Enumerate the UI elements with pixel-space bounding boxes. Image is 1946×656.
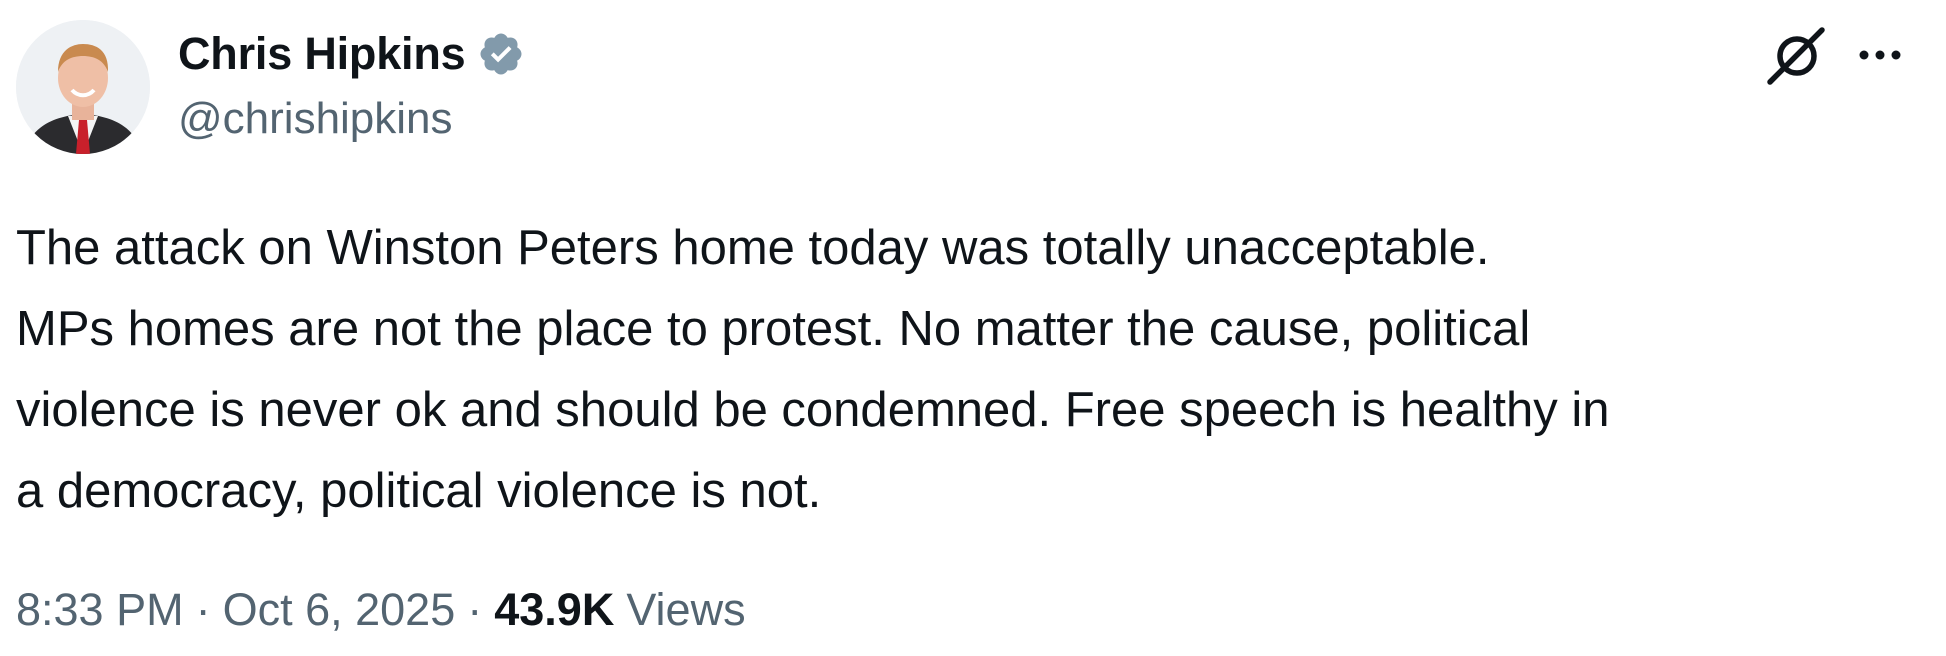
tweet-meta: 8:33 PM · Oct 6, 2025 · 43.9K Views: [16, 580, 746, 640]
tweet-text: The attack on Winston Peters home today …: [16, 208, 1916, 532]
tweet-text-line: MPs homes are not the place to protest. …: [16, 302, 1531, 356]
meta-separator: ·: [195, 584, 211, 635]
views-count: 43.9K: [494, 584, 615, 635]
tweet-card: Chris Hipkins @chrishipkins The attack o…: [0, 0, 1946, 656]
verified-badge-icon: [477, 30, 525, 78]
avatar[interactable]: [16, 20, 150, 154]
tweet-text-line: a democracy, political violence is not.: [16, 464, 822, 518]
tweet-date[interactable]: Oct 6, 2025: [223, 584, 456, 636]
views-label: Views: [626, 584, 746, 635]
avatar-photo: [16, 20, 150, 154]
author-handle[interactable]: @chrishipkins: [178, 94, 453, 144]
author-row: Chris Hipkins: [178, 24, 525, 84]
tweet-time[interactable]: 8:33 PM: [16, 584, 184, 636]
grok-slash-circle-icon[interactable]: [1764, 24, 1828, 88]
more-dots-icon[interactable]: [1850, 30, 1910, 80]
tweet-text-line: The attack on Winston Peters home today …: [16, 221, 1490, 275]
tweet-text-line: violence is never ok and should be conde…: [16, 383, 1610, 437]
author-name[interactable]: Chris Hipkins: [178, 28, 466, 80]
meta-separator: ·: [467, 584, 483, 635]
